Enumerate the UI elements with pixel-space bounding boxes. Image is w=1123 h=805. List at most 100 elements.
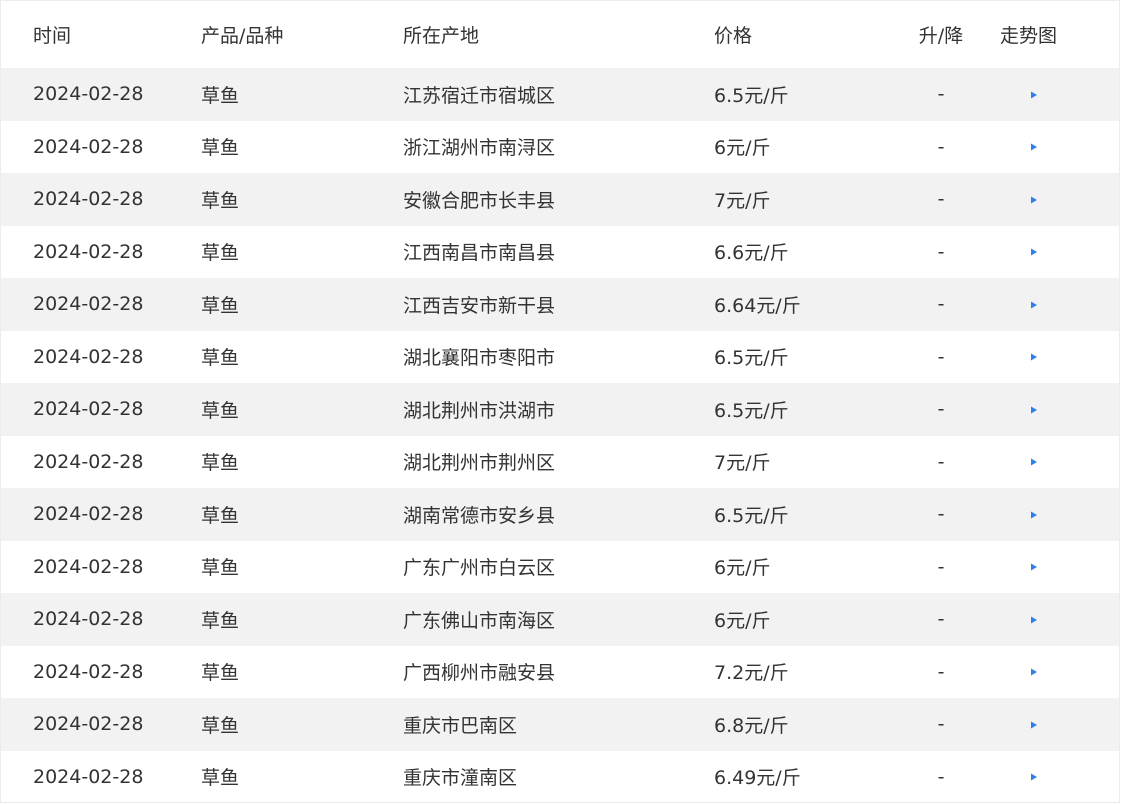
cell-price: 6元/斤 — [714, 609, 771, 632]
cell-change: - — [937, 83, 945, 106]
price-table: 时间 产品/品种 所在产地 价格 升/降 走势图 2024-02-28 草鱼 江… — [0, 0, 1120, 803]
cell-change: - — [937, 293, 945, 316]
cell-product: 草鱼 — [201, 347, 240, 370]
cell-place: 广东佛山市南海区 — [403, 609, 556, 632]
header-date: 时间 — [33, 25, 72, 47]
cell-date: 2024-02-28 — [33, 555, 144, 578]
cell-place: 安徽合肥市长丰县 — [403, 189, 556, 212]
arrow-right-icon[interactable] — [1000, 455, 1038, 469]
table-header: 时间 产品/品种 所在产地 价格 升/降 走势图 — [1, 1, 1119, 68]
cell-trend — [986, 188, 1100, 210]
cell-trend — [986, 661, 1100, 683]
cell-product: 草鱼 — [201, 662, 240, 685]
arrow-right-icon[interactable] — [1000, 718, 1038, 732]
cell-place: 江西吉安市新干县 — [403, 294, 556, 317]
table-row: 2024-02-28 草鱼 湖北襄阳市枣阳市 6.5元/斤 - — [1, 331, 1119, 384]
cell-date: 2024-02-28 — [33, 188, 144, 211]
cell-change: - — [937, 608, 945, 631]
cell-product: 草鱼 — [201, 84, 240, 107]
cell-product: 草鱼 — [201, 399, 240, 422]
cell-trend — [986, 503, 1100, 525]
cell-change: - — [937, 660, 945, 683]
table-row: 2024-02-28 草鱼 安徽合肥市长丰县 7元/斤 - — [1, 173, 1119, 226]
cell-price: 7.2元/斤 — [714, 662, 789, 685]
cell-price: 6.64元/斤 — [714, 294, 801, 317]
arrow-right-icon[interactable] — [1000, 560, 1038, 574]
arrow-right-icon[interactable] — [1000, 88, 1038, 102]
cell-change: - — [937, 188, 945, 211]
cell-place: 湖北襄阳市枣阳市 — [403, 347, 556, 370]
arrow-right-icon[interactable] — [1000, 665, 1038, 679]
cell-date: 2024-02-28 — [33, 240, 144, 263]
cell-change: - — [937, 345, 945, 368]
arrow-right-icon[interactable] — [1000, 770, 1038, 784]
cell-trend — [986, 241, 1100, 263]
cell-trend — [986, 556, 1100, 578]
cell-trend — [986, 766, 1100, 788]
cell-price: 7元/斤 — [714, 452, 771, 475]
cell-price: 6.49元/斤 — [714, 767, 801, 790]
cell-product: 草鱼 — [201, 452, 240, 475]
cell-product: 草鱼 — [201, 714, 240, 737]
cell-place: 广东广州市白云区 — [403, 557, 556, 580]
table-row: 2024-02-28 草鱼 重庆市潼南区 6.49元/斤 - — [1, 751, 1119, 804]
cell-date: 2024-02-28 — [33, 660, 144, 683]
arrow-right-icon[interactable] — [1000, 613, 1038, 627]
cell-product: 草鱼 — [201, 504, 240, 527]
table-row: 2024-02-28 草鱼 重庆市巴南区 6.8元/斤 - — [1, 698, 1119, 751]
table-row: 2024-02-28 草鱼 江苏宿迁市宿城区 6.5元/斤 - — [1, 68, 1119, 121]
table-row: 2024-02-28 草鱼 湖北荆州市荆州区 7元/斤 - — [1, 436, 1119, 489]
cell-price: 7元/斤 — [714, 189, 771, 212]
cell-place: 湖北荆州市荆州区 — [403, 452, 556, 475]
table-row: 2024-02-28 草鱼 广东佛山市南海区 6元/斤 - — [1, 593, 1119, 646]
cell-place: 江西南昌市南昌县 — [403, 242, 556, 265]
cell-price: 6元/斤 — [714, 557, 771, 580]
arrow-right-icon[interactable] — [1000, 245, 1038, 259]
table-row: 2024-02-28 草鱼 广东广州市白云区 6元/斤 - — [1, 541, 1119, 594]
cell-date: 2024-02-28 — [33, 503, 144, 526]
cell-change: - — [937, 398, 945, 421]
cell-place: 湖南常德市安乡县 — [403, 504, 556, 527]
table-row: 2024-02-28 草鱼 湖南常德市安乡县 6.5元/斤 - — [1, 488, 1119, 541]
cell-place: 江苏宿迁市宿城区 — [403, 84, 556, 107]
cell-date: 2024-02-28 — [33, 135, 144, 158]
cell-place: 重庆市潼南区 — [403, 767, 518, 790]
cell-date: 2024-02-28 — [33, 83, 144, 106]
cell-date: 2024-02-28 — [33, 713, 144, 736]
cell-change: - — [937, 135, 945, 158]
cell-change: - — [937, 240, 945, 263]
arrow-right-icon[interactable] — [1000, 350, 1038, 364]
cell-change: - — [937, 450, 945, 473]
cell-product: 草鱼 — [201, 294, 240, 317]
cell-date: 2024-02-28 — [33, 765, 144, 788]
cell-change: - — [937, 765, 945, 788]
table-row: 2024-02-28 草鱼 广西柳州市融安县 7.2元/斤 - — [1, 646, 1119, 699]
cell-date: 2024-02-28 — [33, 450, 144, 473]
cell-price: 6.6元/斤 — [714, 242, 789, 265]
cell-product: 草鱼 — [201, 242, 240, 265]
table-row: 2024-02-28 草鱼 浙江湖州市南浔区 6元/斤 - — [1, 121, 1119, 174]
cell-trend — [986, 713, 1100, 735]
cell-price: 6元/斤 — [714, 137, 771, 160]
arrow-right-icon[interactable] — [1000, 403, 1038, 417]
header-change: 升/降 — [918, 25, 964, 47]
arrow-right-icon[interactable] — [1000, 508, 1038, 522]
arrow-right-icon[interactable] — [1000, 140, 1038, 154]
cell-product: 草鱼 — [201, 137, 240, 160]
cell-trend — [986, 346, 1100, 368]
cell-date: 2024-02-28 — [33, 345, 144, 368]
arrow-right-icon[interactable] — [1000, 193, 1038, 207]
cell-place: 重庆市巴南区 — [403, 714, 518, 737]
cell-trend — [986, 398, 1100, 420]
cell-trend — [986, 608, 1100, 630]
cell-change: - — [937, 503, 945, 526]
header-product: 产品/品种 — [201, 25, 284, 47]
table-row: 2024-02-28 草鱼 江西南昌市南昌县 6.6元/斤 - — [1, 226, 1119, 279]
arrow-right-icon[interactable] — [1000, 298, 1038, 312]
cell-price: 6.5元/斤 — [714, 84, 789, 107]
cell-product: 草鱼 — [201, 609, 240, 632]
cell-trend — [986, 136, 1100, 158]
header-price: 价格 — [714, 25, 753, 47]
header-place: 所在产地 — [403, 25, 480, 47]
cell-date: 2024-02-28 — [33, 398, 144, 421]
